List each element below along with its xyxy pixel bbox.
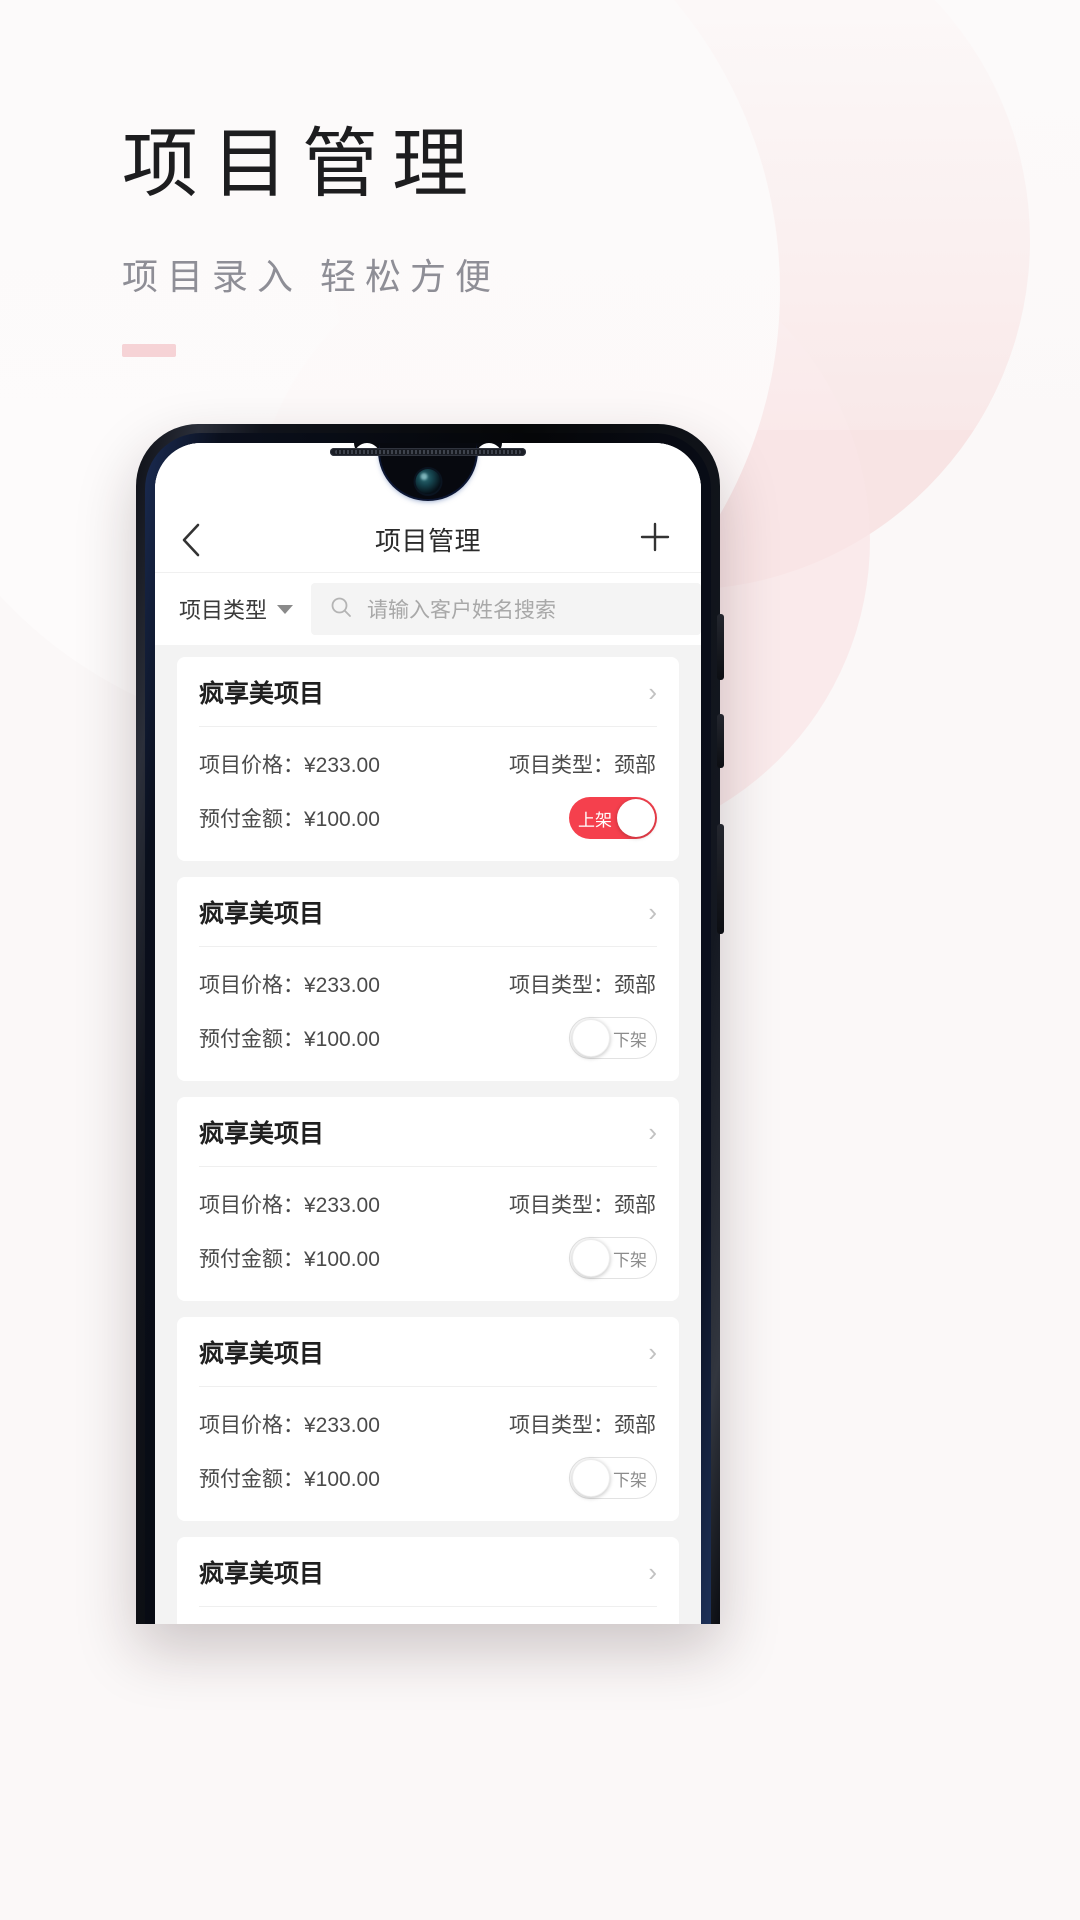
filter-bar: 项目类型 请输入客户姓名搜索 [155, 573, 701, 645]
project-status-toggle[interactable]: 下架 [569, 1457, 657, 1499]
project-type: 项目类型：颈部 [509, 1194, 656, 1217]
project-detail-row-1: 项目价格：¥233.00 项目类型：颈部 [199, 727, 657, 779]
add-project-button[interactable] [633, 518, 677, 562]
toggle-knob [572, 1459, 610, 1497]
project-detail-row-2: 预付金额：¥100.00 下架 [199, 1219, 657, 1301]
project-name: 疯享美项目 [199, 1119, 325, 1148]
project-prepay: 预付金额：¥100.00 [199, 1028, 380, 1051]
plus-icon [638, 520, 672, 559]
toggle-knob [572, 1019, 610, 1057]
project-card-header[interactable]: 疯享美项目 › [199, 1537, 657, 1607]
app-navbar: 项目管理 [155, 507, 701, 573]
list-item[interactable]: 疯享美项目 › 项目价格：¥233.00 项目类型：颈部 预付金额：¥100.0… [177, 877, 679, 1081]
project-detail-row-2: 预付金额：¥100.00 下架 [199, 999, 657, 1081]
project-card-header[interactable]: 疯享美项目 › [199, 1097, 657, 1167]
page-title: 项目管理 [122, 123, 482, 207]
list-item[interactable]: 疯享美项目 › 项目价格：¥233.00 项目类型：颈部 预付金额：¥100.0… [177, 1537, 679, 1624]
project-name: 疯享美项目 [199, 679, 325, 708]
toggle-knob [572, 1239, 610, 1277]
project-status-toggle[interactable]: 下架 [569, 1237, 657, 1279]
chevron-right-icon: › [648, 1116, 657, 1147]
project-price: 项目价格：¥233.00 [199, 1194, 380, 1217]
accent-underline [122, 343, 176, 357]
project-detail-row-2: 预付金额：¥100.00 下架 [199, 1439, 657, 1521]
phone-frame: 项目管理 项目类型 请输入客户姓名搜索 疯享美项目 › 项目价格：¥233.00… [136, 424, 724, 1624]
chevron-right-icon: › [648, 676, 657, 707]
project-status-toggle[interactable]: 下架 [569, 1017, 657, 1059]
caret-down-icon [277, 604, 294, 614]
chevron-right-icon: › [648, 1336, 657, 1367]
phone-screen: 项目管理 项目类型 请输入客户姓名搜索 疯享美项目 › 项目价格：¥233.00… [155, 443, 701, 1624]
phone-mockup: 项目管理 项目类型 请输入客户姓名搜索 疯享美项目 › 项目价格：¥233.00… [136, 424, 724, 1624]
project-name: 疯享美项目 [199, 899, 325, 928]
project-type: 项目类型：颈部 [509, 1414, 656, 1437]
search-placeholder-text: 请输入客户姓名搜索 [367, 599, 557, 622]
project-price: 项目价格：¥233.00 [199, 974, 380, 997]
search-input[interactable]: 请输入客户姓名搜索 [311, 583, 701, 635]
back-button[interactable] [179, 518, 223, 562]
project-prepay: 预付金额：¥100.00 [199, 1468, 380, 1491]
status-badge: 下架 [613, 1030, 647, 1050]
project-card-header[interactable]: 疯享美项目 › [199, 1317, 657, 1387]
toggle-knob [617, 799, 655, 837]
page-subtitle: 项目录入 轻松方便 [122, 256, 501, 297]
status-badge: 下架 [613, 1470, 647, 1490]
project-price: 项目价格：¥233.00 [199, 754, 380, 777]
project-detail-row-1: 项目价格：¥233.00 项目类型：颈部 [199, 947, 657, 999]
project-name: 疯享美项目 [199, 1559, 325, 1588]
search-icon [329, 595, 353, 624]
phone-power-button[interactable] [717, 824, 724, 934]
project-detail-row-1: 项目价格：¥233.00 项目类型：颈部 [199, 1607, 657, 1624]
promo-headline-block: 项目管理 项目录入 轻松方便 [122, 123, 501, 357]
project-card-header[interactable]: 疯享美项目 › [199, 877, 657, 947]
navbar-title: 项目管理 [374, 526, 481, 556]
project-detail-row-1: 项目价格：¥233.00 项目类型：颈部 [199, 1167, 657, 1219]
chevron-left-icon [179, 522, 201, 558]
project-name: 疯享美项目 [199, 1339, 325, 1368]
project-prepay: 预付金额：¥100.00 [199, 808, 380, 831]
list-item[interactable]: 疯享美项目 › 项目价格：¥233.00 项目类型：颈部 预付金额：¥100.0… [177, 657, 679, 861]
earpiece-speaker [330, 448, 526, 456]
phone-volume-down-button[interactable] [717, 714, 724, 768]
list-item[interactable]: 疯享美项目 › 项目价格：¥233.00 项目类型：颈部 预付金额：¥100.0… [177, 1097, 679, 1301]
list-item[interactable]: 疯享美项目 › 项目价格：¥233.00 项目类型：颈部 预付金额：¥100.0… [177, 1317, 679, 1521]
status-badge: 下架 [613, 1250, 647, 1270]
status-badge: 上架 [578, 810, 612, 830]
project-list[interactable]: 疯享美项目 › 项目价格：¥233.00 项目类型：颈部 预付金额：¥100.0… [155, 645, 701, 1624]
project-type: 项目类型：颈部 [509, 754, 656, 777]
project-type-filter-label: 项目类型 [179, 598, 268, 623]
chevron-right-icon: › [648, 1556, 657, 1587]
project-detail-row-1: 项目价格：¥233.00 项目类型：颈部 [199, 1387, 657, 1439]
project-card-header[interactable]: 疯享美项目 › [199, 657, 657, 727]
phone-volume-up-button[interactable] [717, 614, 724, 680]
chevron-right-icon: › [648, 896, 657, 927]
project-type: 项目类型：颈部 [509, 974, 656, 997]
app-root: 项目管理 项目类型 请输入客户姓名搜索 疯享美项目 › 项目价格：¥233.00… [155, 443, 701, 1624]
project-prepay: 预付金额：¥100.00 [199, 1248, 380, 1271]
project-price: 项目价格：¥233.00 [199, 1414, 380, 1437]
project-status-toggle[interactable]: 上架 [569, 797, 657, 839]
project-type-filter[interactable]: 项目类型 [179, 593, 311, 625]
project-detail-row-2: 预付金额：¥100.00 上架 [199, 779, 657, 861]
